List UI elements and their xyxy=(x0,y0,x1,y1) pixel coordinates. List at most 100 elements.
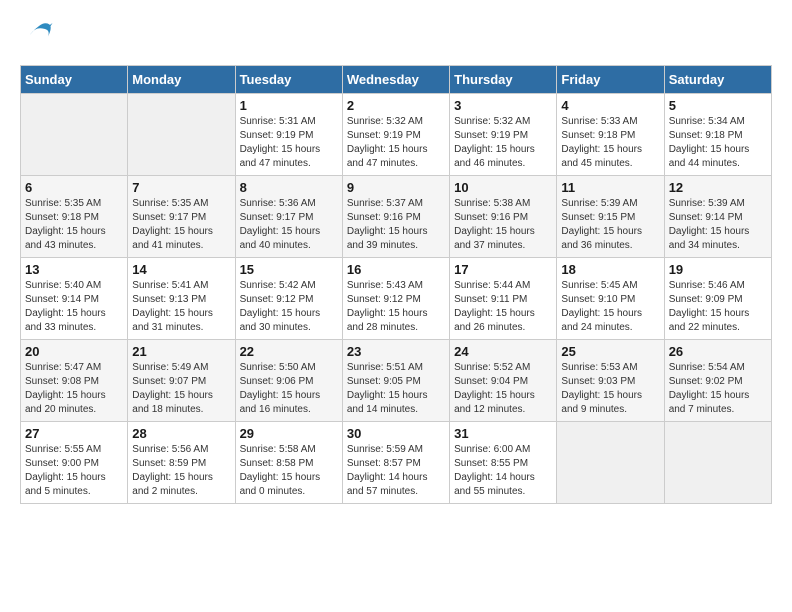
calendar-cell: 28 Sunrise: 5:56 AMSunset: 8:59 PMDayligh… xyxy=(128,422,235,504)
day-info: Sunrise: 5:51 AMSunset: 9:05 PMDaylight:… xyxy=(347,361,445,417)
day-number: 18 xyxy=(561,262,659,277)
calendar-cell: 19 Sunrise: 5:46 AMSunset: 9:09 PMDayligh… xyxy=(664,258,771,340)
day-number: 26 xyxy=(669,344,767,359)
calendar-cell: 20 Sunrise: 5:47 AMSunset: 9:08 PMDayligh… xyxy=(21,340,128,422)
day-info: Sunrise: 5:39 AMSunset: 9:14 PMDaylight:… xyxy=(669,197,767,253)
day-info: Sunrise: 5:31 AMSunset: 9:19 PMDaylight:… xyxy=(240,115,338,171)
day-number: 1 xyxy=(240,98,338,113)
day-number: 28 xyxy=(132,426,230,441)
day-number: 4 xyxy=(561,98,659,113)
day-number: 9 xyxy=(347,180,445,195)
day-number: 14 xyxy=(132,262,230,277)
day-number: 15 xyxy=(240,262,338,277)
calendar-cell: 4 Sunrise: 5:33 AMSunset: 9:18 PMDaylight… xyxy=(557,94,664,176)
calendar-cell: 3 Sunrise: 5:32 AMSunset: 9:19 PMDaylight… xyxy=(450,94,557,176)
day-number: 2 xyxy=(347,98,445,113)
logo xyxy=(20,20,56,55)
calendar-table: SundayMondayTuesdayWednesdayThursdayFrid… xyxy=(20,65,772,504)
calendar-cell: 7 Sunrise: 5:35 AMSunset: 9:17 PMDaylight… xyxy=(128,176,235,258)
calendar-cell: 24 Sunrise: 5:52 AMSunset: 9:04 PMDayligh… xyxy=(450,340,557,422)
weekday-header: Saturday xyxy=(664,66,771,94)
day-number: 11 xyxy=(561,180,659,195)
day-number: 8 xyxy=(240,180,338,195)
day-info: Sunrise: 5:34 AMSunset: 9:18 PMDaylight:… xyxy=(669,115,767,171)
calendar-cell: 18 Sunrise: 5:45 AMSunset: 9:10 PMDayligh… xyxy=(557,258,664,340)
day-info: Sunrise: 5:32 AMSunset: 9:19 PMDaylight:… xyxy=(347,115,445,171)
day-number: 20 xyxy=(25,344,123,359)
day-info: Sunrise: 5:56 AMSunset: 8:59 PMDaylight:… xyxy=(132,443,230,499)
day-number: 19 xyxy=(669,262,767,277)
day-info: Sunrise: 5:32 AMSunset: 9:19 PMDaylight:… xyxy=(454,115,552,171)
day-info: Sunrise: 5:35 AMSunset: 9:18 PMDaylight:… xyxy=(25,197,123,253)
weekday-header: Sunday xyxy=(21,66,128,94)
day-info: Sunrise: 5:49 AMSunset: 9:07 PMDaylight:… xyxy=(132,361,230,417)
day-number: 5 xyxy=(669,98,767,113)
day-info: Sunrise: 5:45 AMSunset: 9:10 PMDaylight:… xyxy=(561,279,659,335)
day-number: 6 xyxy=(25,180,123,195)
calendar-cell: 5 Sunrise: 5:34 AMSunset: 9:18 PMDaylight… xyxy=(664,94,771,176)
day-info: Sunrise: 5:35 AMSunset: 9:17 PMDaylight:… xyxy=(132,197,230,253)
calendar-cell xyxy=(557,422,664,504)
day-number: 17 xyxy=(454,262,552,277)
page-header xyxy=(20,20,772,55)
day-info: Sunrise: 5:54 AMSunset: 9:02 PMDaylight:… xyxy=(669,361,767,417)
day-info: Sunrise: 5:50 AMSunset: 9:06 PMDaylight:… xyxy=(240,361,338,417)
calendar-cell: 13 Sunrise: 5:40 AMSunset: 9:14 PMDayligh… xyxy=(21,258,128,340)
day-number: 21 xyxy=(132,344,230,359)
day-number: 25 xyxy=(561,344,659,359)
day-number: 23 xyxy=(347,344,445,359)
day-info: Sunrise: 5:44 AMSunset: 9:11 PMDaylight:… xyxy=(454,279,552,335)
calendar-cell: 25 Sunrise: 5:53 AMSunset: 9:03 PMDayligh… xyxy=(557,340,664,422)
calendar-cell xyxy=(128,94,235,176)
day-number: 27 xyxy=(25,426,123,441)
day-info: Sunrise: 5:52 AMSunset: 9:04 PMDaylight:… xyxy=(454,361,552,417)
calendar-cell: 9 Sunrise: 5:37 AMSunset: 9:16 PMDaylight… xyxy=(342,176,449,258)
calendar-cell: 8 Sunrise: 5:36 AMSunset: 9:17 PMDaylight… xyxy=(235,176,342,258)
day-info: Sunrise: 5:38 AMSunset: 9:16 PMDaylight:… xyxy=(454,197,552,253)
calendar-cell: 21 Sunrise: 5:49 AMSunset: 9:07 PMDayligh… xyxy=(128,340,235,422)
calendar-cell: 10 Sunrise: 5:38 AMSunset: 9:16 PMDayligh… xyxy=(450,176,557,258)
calendar-cell xyxy=(21,94,128,176)
calendar-cell: 15 Sunrise: 5:42 AMSunset: 9:12 PMDayligh… xyxy=(235,258,342,340)
day-info: Sunrise: 6:00 AMSunset: 8:55 PMDaylight:… xyxy=(454,443,552,499)
day-number: 30 xyxy=(347,426,445,441)
day-number: 22 xyxy=(240,344,338,359)
calendar-cell: 17 Sunrise: 5:44 AMSunset: 9:11 PMDayligh… xyxy=(450,258,557,340)
calendar-cell: 1 Sunrise: 5:31 AMSunset: 9:19 PMDaylight… xyxy=(235,94,342,176)
calendar-cell: 12 Sunrise: 5:39 AMSunset: 9:14 PMDayligh… xyxy=(664,176,771,258)
day-number: 16 xyxy=(347,262,445,277)
day-info: Sunrise: 5:37 AMSunset: 9:16 PMDaylight:… xyxy=(347,197,445,253)
calendar-cell: 11 Sunrise: 5:39 AMSunset: 9:15 PMDayligh… xyxy=(557,176,664,258)
day-number: 13 xyxy=(25,262,123,277)
day-info: Sunrise: 5:47 AMSunset: 9:08 PMDaylight:… xyxy=(25,361,123,417)
calendar-cell: 16 Sunrise: 5:43 AMSunset: 9:12 PMDayligh… xyxy=(342,258,449,340)
day-info: Sunrise: 5:53 AMSunset: 9:03 PMDaylight:… xyxy=(561,361,659,417)
calendar-cell xyxy=(664,422,771,504)
weekday-header: Friday xyxy=(557,66,664,94)
day-info: Sunrise: 5:42 AMSunset: 9:12 PMDaylight:… xyxy=(240,279,338,335)
day-number: 12 xyxy=(669,180,767,195)
day-info: Sunrise: 5:59 AMSunset: 8:57 PMDaylight:… xyxy=(347,443,445,499)
day-number: 10 xyxy=(454,180,552,195)
day-number: 24 xyxy=(454,344,552,359)
weekday-header: Wednesday xyxy=(342,66,449,94)
day-info: Sunrise: 5:39 AMSunset: 9:15 PMDaylight:… xyxy=(561,197,659,253)
day-number: 3 xyxy=(454,98,552,113)
calendar-cell: 14Sunrise: 5:41 AMSunset: 9:13 PMDayligh… xyxy=(128,258,235,340)
day-number: 7 xyxy=(132,180,230,195)
calendar-cell: 6 Sunrise: 5:35 AMSunset: 9:18 PMDaylight… xyxy=(21,176,128,258)
calendar-cell: 29 Sunrise: 5:58 AMSunset: 8:58 PMDayligh… xyxy=(235,422,342,504)
calendar-cell: 31 Sunrise: 6:00 AMSunset: 8:55 PMDayligh… xyxy=(450,422,557,504)
weekday-header: Monday xyxy=(128,66,235,94)
day-info: Sunrise: 5:36 AMSunset: 9:17 PMDaylight:… xyxy=(240,197,338,253)
day-info: Sunrise: 5:43 AMSunset: 9:12 PMDaylight:… xyxy=(347,279,445,335)
calendar-cell: 22 Sunrise: 5:50 AMSunset: 9:06 PMDayligh… xyxy=(235,340,342,422)
day-info: Sunrise: 5:58 AMSunset: 8:58 PMDaylight:… xyxy=(240,443,338,499)
day-info: Sunrise: 5:33 AMSunset: 9:18 PMDaylight:… xyxy=(561,115,659,171)
day-info: Sunrise: 5:46 AMSunset: 9:09 PMDaylight:… xyxy=(669,279,767,335)
day-info: Sunrise: 5:40 AMSunset: 9:14 PMDaylight:… xyxy=(25,279,123,335)
day-number: 31 xyxy=(454,426,552,441)
weekday-header: Tuesday xyxy=(235,66,342,94)
day-number: 29 xyxy=(240,426,338,441)
calendar-cell: 2 Sunrise: 5:32 AMSunset: 9:19 PMDaylight… xyxy=(342,94,449,176)
